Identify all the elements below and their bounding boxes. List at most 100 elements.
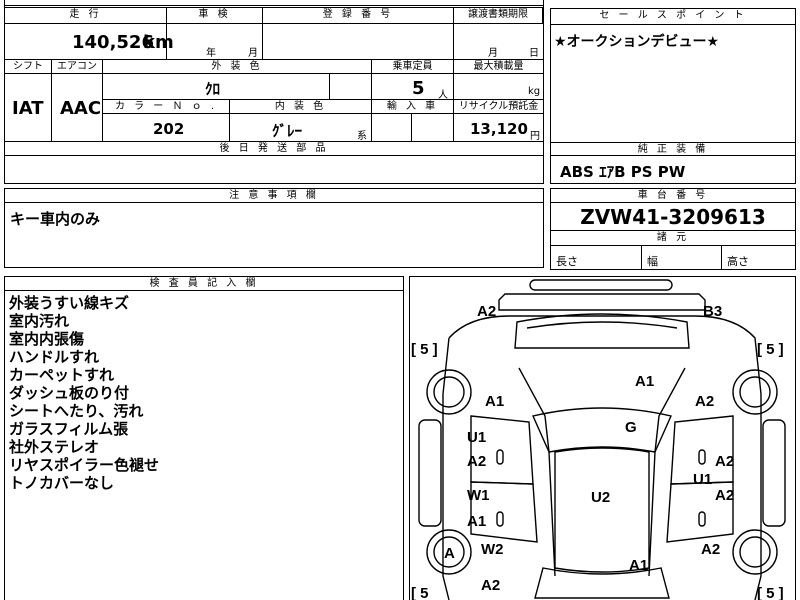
label-right-quarter: A2 [701, 541, 720, 558]
import-cell-a [372, 114, 412, 142]
recycle-header: リサイクル預託金 [454, 100, 543, 114]
inspector-item: カーペットすれ [9, 366, 115, 384]
label-rear-left: A2 [481, 577, 500, 594]
label-tire-rear-left: [ 5 [411, 585, 429, 600]
front-bumper [498, 293, 706, 311]
equipment-header: 純 正 装 備 [551, 142, 795, 156]
header-top-line [4, 7, 544, 8]
hood-outline [514, 313, 690, 349]
label-right-rear-door: A2 [715, 487, 734, 504]
later-parts-header: 後 日 発 送 部 品 [5, 142, 543, 156]
notes-text: キー車内のみ [10, 210, 101, 228]
interior-suffix: 系 [357, 131, 367, 142]
chassis-header: 車 台 番 号 [551, 189, 795, 203]
hood-inner [526, 321, 678, 329]
wheel-rear-right-inner [739, 536, 771, 568]
load-header: 最大積載量 [454, 60, 543, 74]
inspector-item: 外装うすい線キズ [9, 294, 130, 312]
inspection-year: 年 [206, 48, 216, 59]
label-left-rear-door-2: A1 [467, 513, 486, 530]
aircon-value: AAC [60, 98, 102, 119]
label-tire-rear-right: [ 5 ] [757, 585, 784, 600]
inspector-item: 社外ステレオ [9, 438, 100, 456]
label-hood: A1 [635, 373, 654, 390]
label-left-front-door-1: U1 [467, 429, 486, 446]
exterior-value: ｸﾛ [205, 80, 221, 98]
inspection-month: 月 [248, 48, 258, 59]
dims-header: 諸 元 [551, 230, 795, 246]
capacity-header: 乗車定員 [372, 60, 454, 74]
roof-outline [554, 447, 650, 573]
label-trunk: A1 [629, 557, 648, 574]
label-left-fender: A1 [485, 393, 504, 410]
right-door-handle-1 [698, 449, 706, 465]
inspector-item: ダッシュ板のり付 [9, 384, 130, 402]
recycle-value: 13,120 [470, 120, 528, 138]
inspector-item: 室内汚れ [9, 312, 70, 330]
transfer-day: 日 [529, 48, 539, 59]
inspector-list: 外装うすい線キズ 室内汚れ 室内内張傷 ハンドルすれ カーペットすれ ダッシュ板… [9, 294, 159, 492]
registration-cell [263, 24, 454, 60]
label-right-fender: A2 [695, 393, 714, 410]
width-label: 幅 [647, 255, 658, 268]
label-tire-front-right: [ 5 ] [757, 341, 784, 358]
inspector-item: ハンドルすれ [9, 348, 100, 366]
equipment-text: ABS ｴｱB PS PW [560, 163, 686, 181]
capacity-unit: 人 [438, 90, 448, 101]
load-unit: kg [528, 86, 541, 97]
cabin-right [648, 367, 686, 577]
label-right-front-door: A2 [715, 453, 734, 470]
chassis-value: ZVW41-3209613 [580, 205, 766, 229]
color-no-value: 202 [153, 120, 185, 138]
inspector-item: 室内内張傷 [9, 330, 85, 348]
interior-value: ｸﾞﾚｰ [272, 122, 303, 140]
inspector-item: リヤスポイラー色褪せ [9, 456, 160, 474]
shift-header: シフト [5, 60, 52, 74]
label-tire-front-left: [ 5 ] [411, 341, 438, 358]
windshield [532, 407, 672, 453]
label-left-quarter: W2 [481, 541, 504, 558]
exterior-cell-extra [330, 74, 372, 100]
top-strip [4, 0, 544, 6]
left-mirror [418, 419, 442, 527]
inspector-item: ガラスフィルム張 [9, 420, 129, 438]
inspection-header: 車 検 [167, 8, 263, 24]
label-right-pillar: U1 [693, 471, 712, 488]
recycle-unit: 円 [530, 131, 540, 142]
sales-point-header: セ ー ル ス ポ イ ン ト [551, 9, 795, 25]
mileage-value: 140,526 [72, 32, 154, 53]
left-door-handle-1 [496, 449, 504, 465]
import-header: 輸 入 車 [372, 100, 454, 114]
wheel-front-right-inner [739, 376, 771, 408]
sales-point-text: ★オークションデビュー★ [554, 34, 720, 50]
transfer-month: 月 [488, 48, 498, 59]
exterior-header: 外 装 色 [103, 60, 372, 74]
label-left-rear-wheel: A [444, 545, 455, 562]
shift-value: IAT [12, 98, 44, 119]
inspector-item: シートへたり、汚れ [9, 402, 144, 420]
wheel-front-left-inner [433, 376, 465, 408]
interior-header: 内 装 色 [230, 100, 372, 114]
import-cell-b [412, 114, 454, 142]
front-bumper-top [529, 279, 673, 291]
color-no-header: カ ラ ー Ｎ ｏ . [103, 100, 230, 114]
right-door-handle-2 [698, 511, 706, 527]
label-roof: U2 [591, 489, 610, 506]
length-label: 長さ [556, 255, 578, 268]
inspector-item: トノカバーなし [9, 474, 115, 492]
capacity-value: 5 [412, 78, 425, 99]
car-diagram: A2 B3 [ 5 ] [ 5 ] A1 A1 A2 G U1 A2 A2 U1… [411, 279, 786, 600]
left-door-handle-2 [496, 511, 504, 527]
notes-header: 注 意 事 項 欄 [5, 189, 543, 203]
registration-header: 登 録 番 号 [263, 8, 454, 24]
inspector-header: 検 査 員 記 入 欄 [5, 277, 403, 291]
right-mirror [762, 419, 786, 527]
label-left-rear-door-1: W1 [467, 487, 490, 504]
label-front-left-corner: A2 [477, 303, 496, 320]
aircon-header: エアコン [52, 60, 103, 74]
height-label: 高さ [727, 255, 749, 268]
label-windshield: G [625, 419, 637, 436]
label-front-right-corner: B3 [703, 303, 722, 320]
mileage-header: 走 行 [5, 8, 167, 24]
transfer-header: 譲渡書類期限 [454, 8, 543, 24]
